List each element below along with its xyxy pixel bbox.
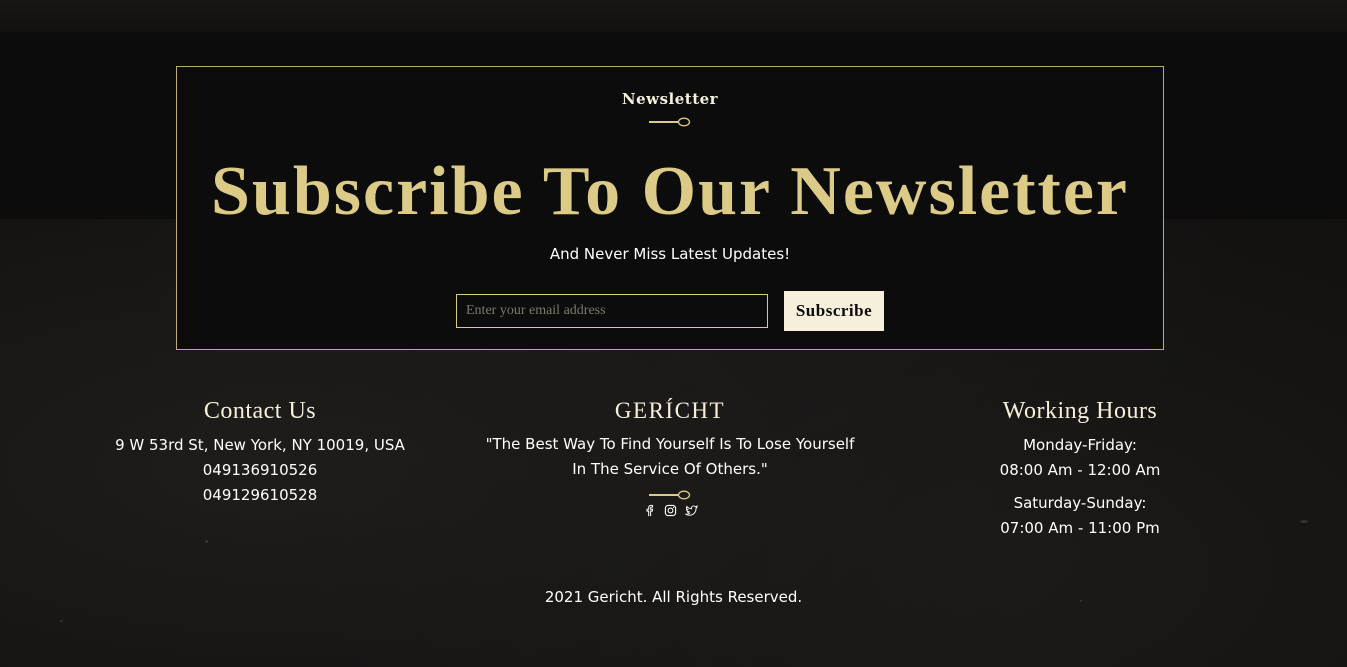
contact-column: Contact Us 9 W 53rd St, New York, NY 100… xyxy=(90,398,430,508)
weekend-time: 07:00 Am - 11:00 Pm xyxy=(1000,519,1160,537)
brand-column: GERÍCHT "The Best Way To Find Yourself I… xyxy=(460,398,880,517)
email-input[interactable] xyxy=(456,294,768,328)
texture-speck xyxy=(1300,520,1308,523)
newsletter-subheading: And Never Miss Latest Updates! xyxy=(549,245,791,263)
newsletter-heading: Subscribe To Our Newsletter xyxy=(211,153,1129,230)
twitter-icon[interactable] xyxy=(684,504,698,517)
newsletter-section: Newsletter Subscribe To Our Newsletter A… xyxy=(176,66,1164,350)
texture-speck xyxy=(205,540,208,543)
brand-quote-line: In The Service Of Others." xyxy=(572,460,768,478)
instagram-icon[interactable] xyxy=(664,504,677,517)
copyright-text: 2021 Gericht. All Rights Reserved. xyxy=(544,588,803,606)
hours-column: Working Hours Monday-Friday: 08:00 Am - … xyxy=(960,398,1200,541)
hours-title: Working Hours xyxy=(1002,398,1158,424)
spoon-divider-icon xyxy=(649,117,691,127)
brand-quote-line: "The Best Way To Find Yourself Is To Los… xyxy=(485,435,855,453)
brand-logo[interactable]: GERÍCHT xyxy=(460,398,880,424)
page-top-band xyxy=(0,0,1347,32)
facebook-icon[interactable] xyxy=(643,504,656,517)
newsletter-eyebrow: Newsletter xyxy=(621,90,719,108)
weekday-label: Monday-Friday: xyxy=(1023,436,1137,454)
contact-title: Contact Us xyxy=(203,398,317,424)
contact-phone: 049136910526 xyxy=(202,461,318,479)
weekend-label: Saturday-Sunday: xyxy=(1013,494,1147,512)
contact-address: 9 W 53rd St, New York, NY 10019, USA xyxy=(115,436,405,454)
contact-phone: 049129610528 xyxy=(202,486,318,504)
weekday-time: 08:00 Am - 12:00 Am xyxy=(999,461,1161,479)
subscribe-button[interactable]: Subscribe xyxy=(784,291,884,331)
texture-speck xyxy=(60,620,63,622)
spoon-divider-icon xyxy=(649,490,691,500)
social-links xyxy=(460,504,880,517)
